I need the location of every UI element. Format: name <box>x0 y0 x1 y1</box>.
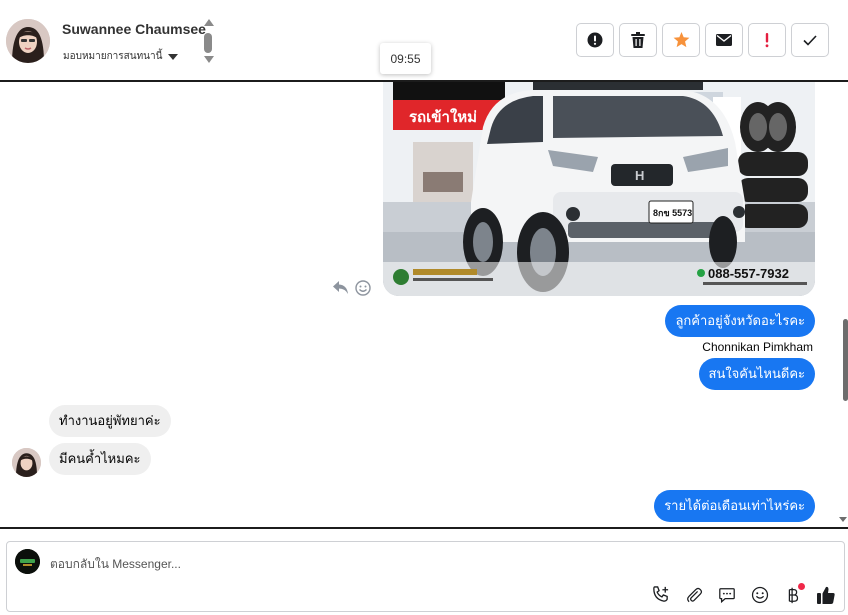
payment-button[interactable] <box>782 583 805 605</box>
mail-icon <box>716 34 732 46</box>
contact-avatar-small[interactable] <box>12 448 41 477</box>
assign-conversation-dropdown[interactable]: มอบหมายการสนทนานี้ <box>63 49 179 64</box>
license-plate-text: 8กข 5573 <box>653 208 692 218</box>
mark-unread-button[interactable] <box>705 23 743 57</box>
composer-toolbar <box>650 583 836 605</box>
emoji-icon <box>751 586 768 603</box>
scrollbar-thumb[interactable] <box>843 319 848 401</box>
exclamation-icon <box>765 33 769 48</box>
car-photo-attachment[interactable]: รถเข้าใหม่ H 8กข 5573 088-557-7932 <box>383 82 815 296</box>
reply-input[interactable] <box>50 554 550 574</box>
mark-spam-button[interactable] <box>576 23 614 57</box>
reply-composer <box>6 541 845 612</box>
svg-text:H: H <box>635 168 644 183</box>
trash-icon <box>631 32 645 48</box>
star-button[interactable] <box>662 23 700 57</box>
conversation-toolbar <box>576 23 829 57</box>
thread-scrollbar[interactable] <box>839 82 848 527</box>
message-bubble-outgoing[interactable]: ลูกค้าอยู่จังหวัดอะไรคะ <box>665 305 815 337</box>
contact-avatar[interactable] <box>6 19 50 63</box>
message-actions <box>333 280 371 296</box>
banner-text: รถเข้าใหม่ <box>409 108 477 126</box>
arrow-up-icon[interactable] <box>204 19 214 26</box>
contact-name[interactable]: Suwannee Chaumsee <box>62 21 206 37</box>
message-bubble-outgoing[interactable]: รายได้ต่อเดือนเท่าไหร่คะ <box>654 490 815 522</box>
message-bubble-incoming[interactable]: ทำงานอยู่พัทยาค่ะ <box>49 405 171 437</box>
arrow-down-icon[interactable] <box>204 56 214 63</box>
message-thread[interactable]: รถเข้าใหม่ H 8กข 5573 088-557-7932 ลูกค้… <box>0 82 848 527</box>
message-bubble-incoming[interactable]: มีคนค้ำไหมคะ <box>49 443 151 475</box>
nav-handle <box>204 33 212 53</box>
paperclip-icon <box>686 587 702 602</box>
mark-done-button[interactable] <box>791 23 829 57</box>
attach-button[interactable] <box>683 584 704 605</box>
caret-down-icon <box>168 53 179 60</box>
page-avatar <box>15 549 40 574</box>
assign-label: มอบหมายการสนทนานี้ <box>63 51 163 62</box>
alert-circle-icon <box>587 32 603 48</box>
timestamp-tooltip: 09:55 <box>380 43 431 74</box>
dealer-phone: 088-557-7932 <box>708 266 789 281</box>
saved-reply-icon <box>718 587 735 603</box>
conversation-nav[interactable] <box>203 19 215 65</box>
react-emoji-icon[interactable] <box>355 280 371 296</box>
phone-add-icon <box>653 586 669 602</box>
delete-button[interactable] <box>619 23 657 57</box>
sender-name: Chonnikan Pimkham <box>702 340 813 354</box>
scroll-down-arrow[interactable] <box>839 517 847 522</box>
reply-icon[interactable] <box>333 281 349 295</box>
mark-important-button[interactable] <box>748 23 786 57</box>
thumbs-up-icon <box>816 586 835 604</box>
call-button[interactable] <box>650 584 671 605</box>
emoji-button[interactable] <box>749 584 770 605</box>
composer-divider <box>0 527 848 529</box>
saved-replies-button[interactable] <box>716 584 737 605</box>
message-bubble-outgoing[interactable]: สนใจคันไหนดีคะ <box>698 358 815 390</box>
notification-dot <box>798 583 805 590</box>
check-icon <box>803 34 817 46</box>
star-icon <box>673 32 689 48</box>
baht-payment-icon <box>788 587 798 603</box>
send-like-button[interactable] <box>815 584 836 605</box>
